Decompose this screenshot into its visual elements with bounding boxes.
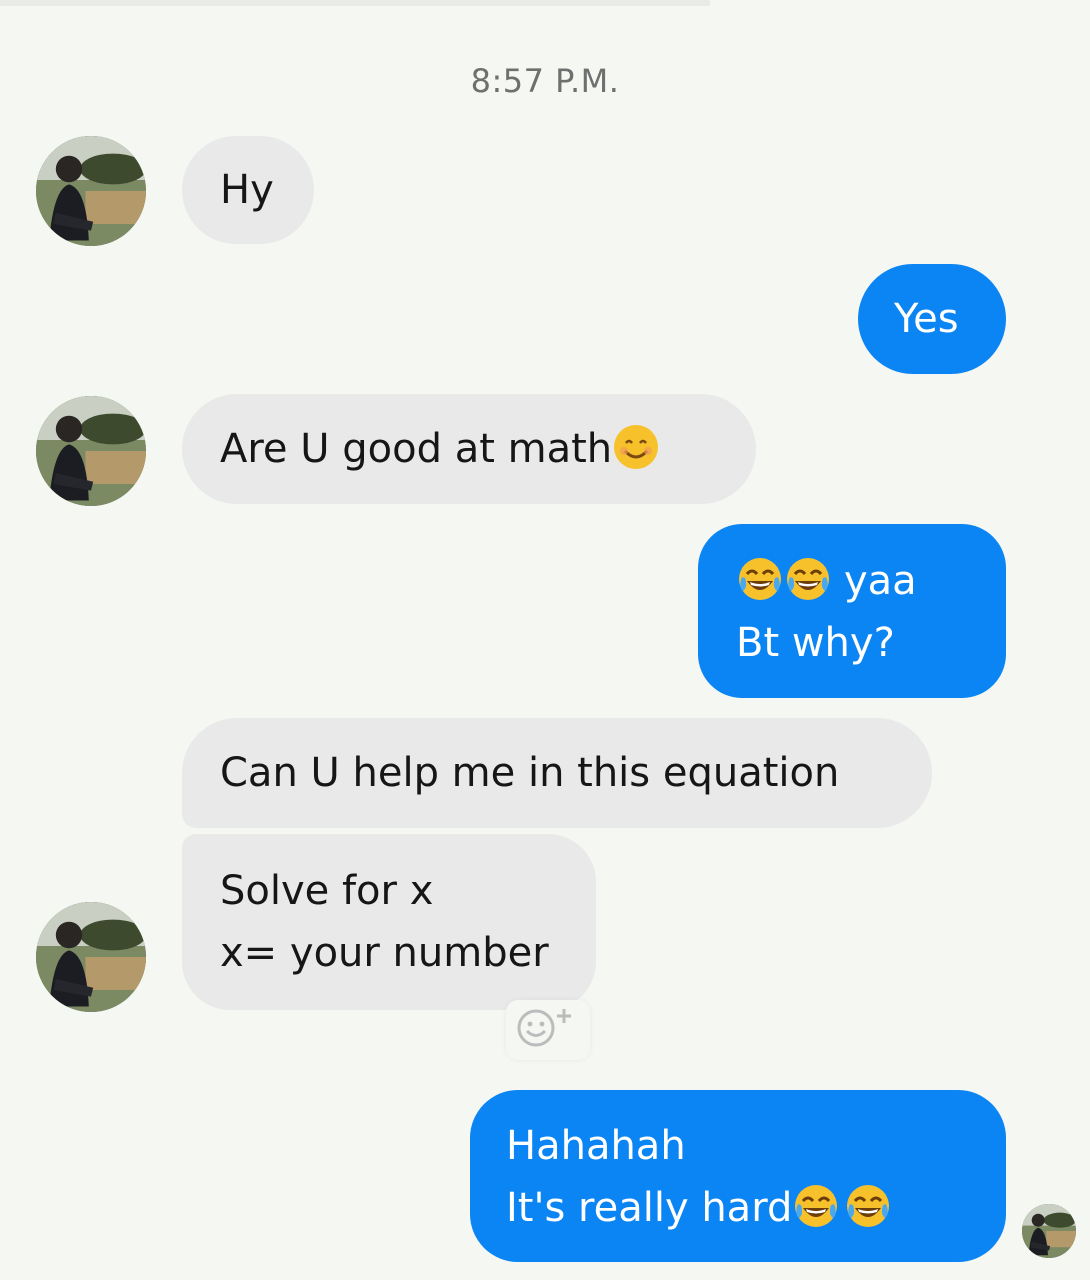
- message-text: yaa: [844, 558, 917, 604]
- incoming-message-bubble[interactable]: Hy: [182, 136, 314, 244]
- smiling-face-icon: [612, 423, 660, 471]
- face-with-tears-of-joy-icon: [784, 555, 832, 603]
- add-reaction-button[interactable]: [506, 1000, 590, 1060]
- incoming-message-bubble[interactable]: Solve for x x= your number: [182, 834, 596, 1010]
- add-reaction-icon: [517, 1009, 571, 1047]
- message-text-row: Are U good at math: [220, 418, 756, 480]
- outgoing-message-bubble[interactable]: yaa Bt why?: [698, 524, 1006, 698]
- avatar-photo-icon: [36, 902, 146, 1012]
- contact-avatar[interactable]: [36, 902, 146, 1012]
- avatar-photo-icon: [1022, 1204, 1076, 1258]
- incoming-message-bubble[interactable]: Are U good at math: [182, 394, 756, 504]
- contact-avatar[interactable]: [36, 136, 146, 246]
- message-text: Are U good at math: [220, 426, 613, 472]
- message-text: Can U help me in this equation: [220, 750, 840, 796]
- message-text: It's really hard: [506, 1185, 793, 1231]
- face-with-tears-of-joy-icon: [736, 555, 784, 603]
- read-receipt-avatar: [1022, 1204, 1076, 1258]
- outgoing-message-bubble[interactable]: Yes: [858, 264, 1006, 374]
- message-text: Yes: [894, 296, 959, 342]
- message-text: Solve for x: [220, 868, 434, 914]
- avatar-photo-icon: [36, 136, 146, 246]
- avatar-photo-icon: [36, 396, 146, 506]
- top-divider: [0, 0, 710, 6]
- message-text-row: It's really hard: [506, 1177, 1006, 1239]
- message-text: Hahahah: [506, 1123, 686, 1169]
- message-text: x= your number: [220, 930, 549, 976]
- face-with-tears-of-joy-icon: [844, 1182, 892, 1230]
- outgoing-message-bubble[interactable]: Hahahah It's really hard: [470, 1090, 1006, 1262]
- incoming-message-bubble[interactable]: Can U help me in this equation: [182, 718, 932, 828]
- message-timestamp: 8:57 P.M.: [470, 62, 620, 100]
- message-text: Hy: [220, 167, 274, 213]
- contact-avatar[interactable]: [36, 396, 146, 506]
- message-text: Bt why?: [736, 620, 895, 666]
- message-text-row: yaa: [736, 550, 1006, 612]
- face-with-tears-of-joy-icon: [792, 1182, 840, 1230]
